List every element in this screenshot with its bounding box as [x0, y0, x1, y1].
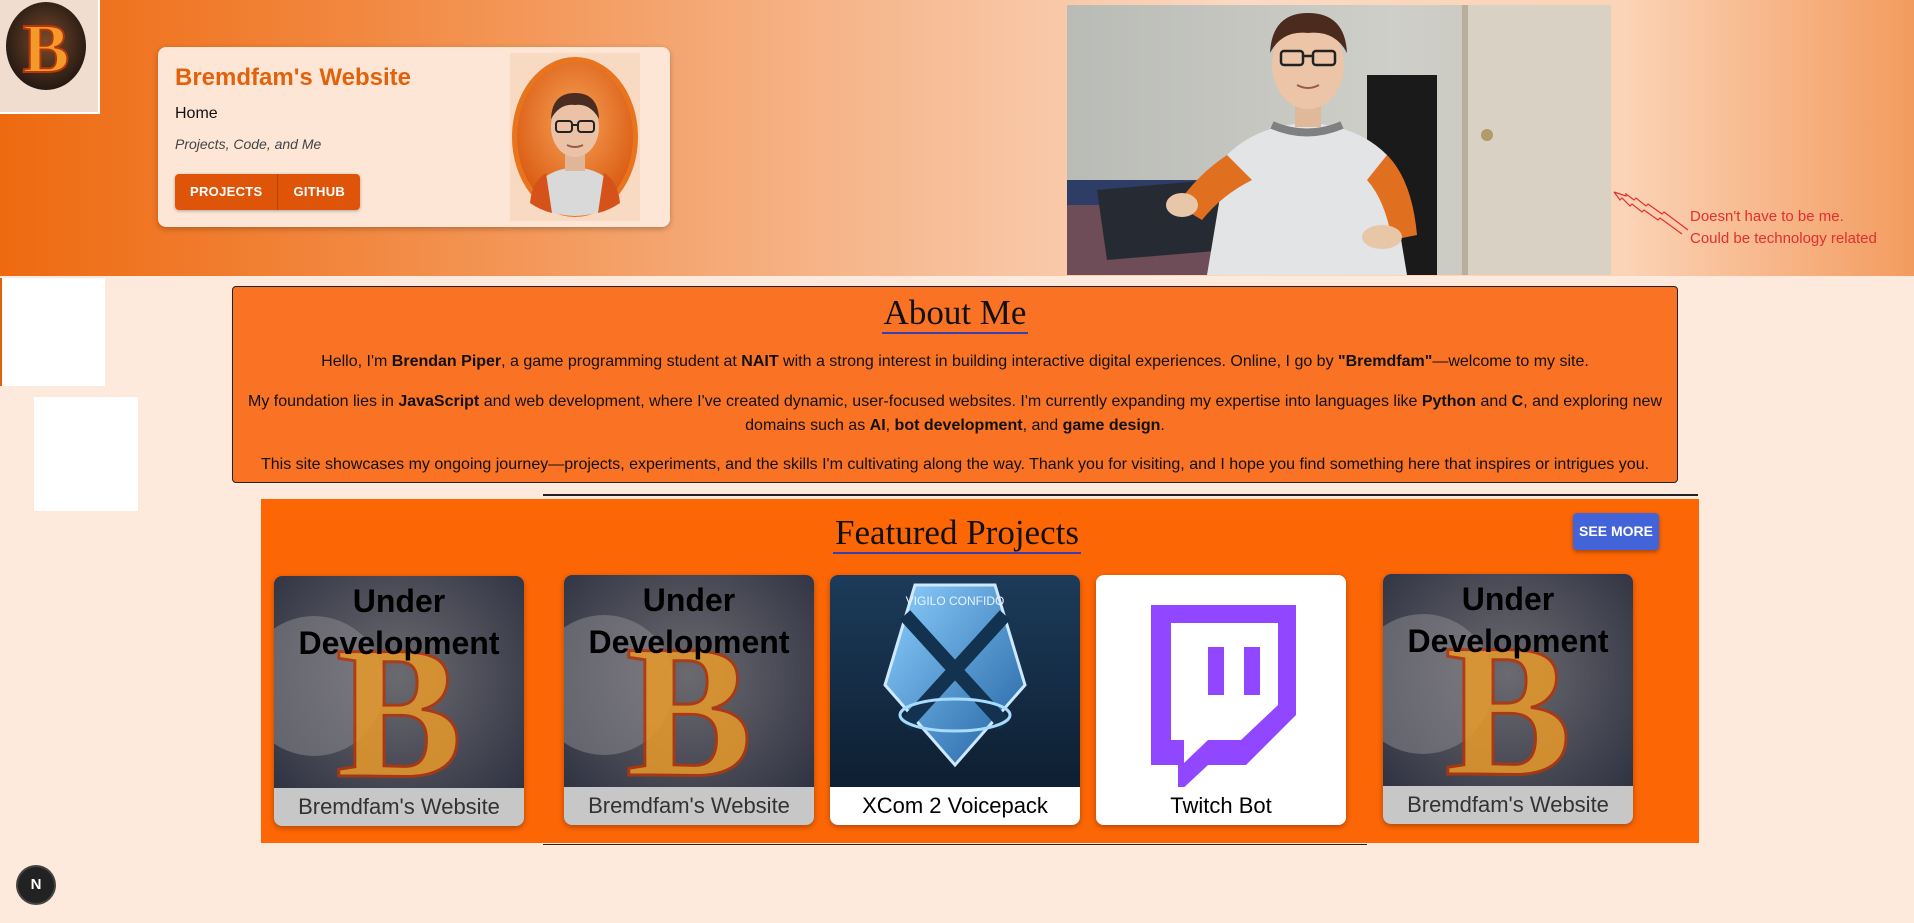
- project-caption: Bremdfam's Website: [274, 788, 524, 826]
- site-logo[interactable]: B: [0, 0, 100, 114]
- dev-tools-badge[interactable]: N: [18, 867, 54, 903]
- project-caption: Twitch Bot: [1096, 787, 1346, 825]
- project-caption: Bremdfam's Website: [564, 787, 814, 825]
- under-development-label: Under Development: [1407, 581, 1609, 659]
- github-button[interactable]: GITHUB: [277, 174, 361, 210]
- project-card-website[interactable]: B Under Development Bremdfam's Website: [1383, 574, 1633, 824]
- project-caption: Bremdfam's Website: [1383, 786, 1633, 824]
- projects-button[interactable]: PROJECTS: [175, 174, 278, 210]
- project-card-website[interactable]: B Under Development Bremdfam's Website: [274, 576, 524, 826]
- see-more-button[interactable]: SEE MORE: [1573, 513, 1659, 550]
- intro-card: Bremdfam's Website Home Projects, Code, …: [158, 47, 670, 227]
- avatar: [510, 53, 640, 221]
- site-title[interactable]: Bremdfam's Website: [175, 64, 411, 92]
- nav-home-link[interactable]: Home: [175, 105, 218, 123]
- project-card-website[interactable]: B Under Development Bremdfam's Website: [564, 575, 814, 825]
- svg-text:B: B: [23, 11, 70, 88]
- about-heading: About Me: [881, 293, 1029, 334]
- hero-photo: [1067, 5, 1611, 275]
- tagline: Projects, Code, and Me: [175, 136, 322, 152]
- annotation-note: Doesn't have to be me. Could be technolo…: [1690, 208, 1877, 247]
- under-development-label: Under Development: [298, 583, 500, 661]
- nav-button-group: PROJECTS GITHUB: [175, 174, 361, 210]
- blank-panel: [0, 278, 105, 386]
- divider: [543, 844, 1367, 845]
- about-paragraph: This site showcases my ongoing journey—p…: [260, 456, 1650, 473]
- about-section: About Me Hello, I'm Brendan Piper, a gam…: [232, 286, 1678, 483]
- project-caption: XCom 2 Voicepack: [830, 787, 1080, 825]
- project-card-twitch-bot[interactable]: Twitch Bot: [1096, 575, 1346, 825]
- under-development-label: Under Development: [588, 582, 790, 660]
- annotation-arrow-icon: [1613, 191, 1689, 235]
- about-paragraph: My foundation lies in JavaScript and web…: [248, 393, 1662, 434]
- about-paragraph: Hello, I'm Brendan Piper, a game program…: [321, 353, 1589, 370]
- svg-text:VIGILO CONFIDO: VIGILO CONFIDO: [906, 594, 1005, 608]
- blank-panel: [34, 397, 138, 511]
- divider: [543, 494, 1698, 496]
- project-card-xcom[interactable]: VIGILO CONFIDO XCom 2 Voicepack: [830, 575, 1080, 825]
